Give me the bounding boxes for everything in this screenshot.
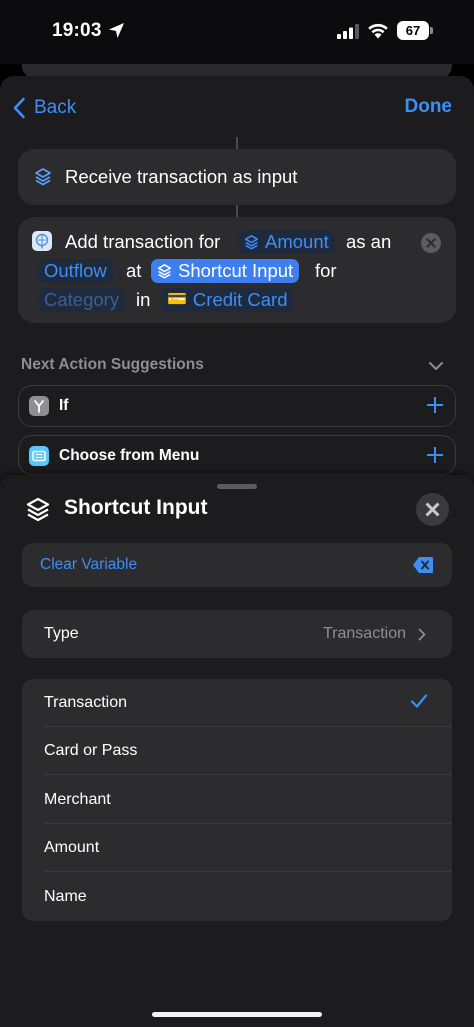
close-panel-button[interactable] — [416, 493, 449, 526]
amount-token[interactable]: Amount — [238, 230, 335, 254]
shortcut-input-token[interactable]: Shortcut Input — [151, 259, 300, 283]
delete-backspace-icon — [413, 557, 433, 573]
add-icon[interactable] — [427, 397, 443, 413]
chevron-left-icon — [13, 97, 25, 119]
panel-title: Shortcut Input — [64, 496, 208, 519]
action-connector — [236, 205, 238, 217]
list-item-label: Card or Pass — [44, 742, 138, 759]
shortcut-input-token-label: Shortcut Input — [178, 260, 294, 281]
location-arrow-icon — [109, 23, 124, 38]
list-item-transaction[interactable]: Transaction — [22, 679, 452, 727]
suggestion-label: Choose from Menu — [59, 447, 200, 464]
back-button[interactable]: Back — [12, 96, 76, 120]
suggestion-label: If — [59, 397, 69, 414]
receive-transaction-label: Receive transaction as input — [65, 166, 298, 187]
outflow-token[interactable]: Outflow — [38, 259, 113, 283]
action-connector — [236, 137, 238, 149]
battery-icon: 67 — [397, 21, 433, 40]
done-button[interactable]: Done — [405, 96, 453, 118]
action-text: Add transaction for — [65, 231, 221, 252]
suggestion-if[interactable]: If — [18, 385, 456, 427]
list-item-amount[interactable]: Amount — [22, 824, 452, 872]
home-indicator[interactable] — [152, 1012, 322, 1017]
type-label: Type — [44, 625, 79, 642]
action-text: in — [136, 289, 151, 310]
list-item-merchant[interactable]: Merchant — [22, 776, 452, 824]
battery-level: 67 — [397, 21, 429, 40]
status-time: 19:03 — [52, 20, 102, 41]
checkmark-icon — [410, 694, 428, 708]
shortcuts-icon — [244, 234, 259, 249]
clear-variable-label: Clear Variable — [40, 556, 138, 573]
credit-card-icon: 💳 — [167, 291, 187, 308]
chevron-down-icon[interactable] — [428, 360, 444, 372]
type-value: Transaction — [323, 625, 406, 642]
wifi-icon — [368, 23, 388, 39]
type-selector[interactable]: Type Transaction — [22, 610, 452, 658]
list-item-card-or-pass[interactable]: Card or Pass — [22, 727, 452, 775]
wallet-app-icon — [32, 231, 52, 251]
shortcuts-icon — [35, 168, 51, 186]
amount-token-label: Amount — [265, 231, 329, 252]
cellular-signal-icon — [337, 24, 359, 39]
action-text: for — [315, 260, 337, 281]
shortcuts-icon — [26, 497, 50, 522]
status-bar: 19:03 67 — [0, 0, 474, 64]
sheet-grabber[interactable] — [217, 484, 257, 489]
suggestion-choose-from-menu[interactable]: Choose from Menu — [18, 435, 456, 475]
list-item-label: Amount — [44, 839, 100, 856]
credit-card-token[interactable]: 💳 Credit Card — [161, 288, 294, 312]
shortcuts-icon — [157, 263, 172, 278]
list-item-name[interactable]: Name — [22, 873, 452, 921]
battery-tip — [430, 27, 433, 34]
action-text: at — [126, 260, 142, 281]
menu-icon — [29, 446, 49, 466]
clear-variable-button[interactable]: Clear Variable — [22, 543, 452, 587]
list-item-label: Transaction — [44, 694, 127, 711]
action-text: as an — [346, 231, 392, 252]
suggestions-title: Next Action Suggestions — [21, 356, 204, 373]
list-item-label: Merchant — [44, 791, 111, 808]
credit-card-token-label: Credit Card — [192, 289, 288, 310]
divider — [44, 774, 452, 775]
back-label: Back — [34, 97, 77, 118]
if-branch-icon — [29, 396, 49, 416]
remove-action-button[interactable] — [421, 233, 441, 253]
category-token[interactable]: Category — [38, 288, 126, 312]
property-list: Transaction Card or Pass Merchant Amount… — [22, 679, 452, 921]
chevron-right-icon — [418, 628, 426, 641]
divider — [44, 871, 452, 872]
add-icon[interactable] — [427, 447, 443, 463]
list-item-label: Name — [44, 888, 87, 905]
